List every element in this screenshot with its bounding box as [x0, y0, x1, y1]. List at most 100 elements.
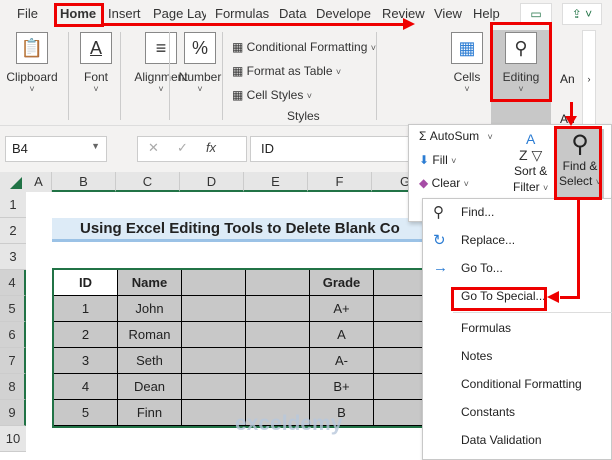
row-header-3[interactable]: 3	[0, 244, 26, 270]
table-cell[interactable]: John	[118, 296, 182, 322]
column-header-d[interactable]: D	[180, 172, 244, 192]
styles-group-label: Styles	[287, 109, 320, 123]
table-cell[interactable]	[246, 322, 310, 348]
autosum-button[interactable]: Σ AutoSum ˅	[419, 129, 493, 143]
tab-formulas[interactable]: Formulas	[215, 6, 269, 21]
font-icon: A	[80, 32, 112, 64]
table-cell[interactable]	[246, 374, 310, 400]
row-header-2[interactable]: 2	[0, 218, 26, 244]
row-header-10[interactable]: 10	[0, 426, 26, 452]
row-header-8[interactable]: 8	[0, 374, 26, 400]
row-header-7[interactable]: 7	[0, 348, 26, 374]
clipboard-label: Clipboard	[6, 70, 58, 84]
font-button[interactable]: A Font ˅	[74, 32, 118, 94]
table-cell[interactable]: 3	[54, 348, 118, 374]
format-as-table-button[interactable]: ▦ Format as Table ˅	[232, 60, 376, 84]
title-cell[interactable]: Using Excel Editing Tools to Delete Blan…	[52, 218, 432, 242]
font-label: Font	[83, 70, 108, 84]
data-table: ID Name Grade 1 John A+ 2 Roman A 3 Seth A- 4 Dean B+ 5…	[52, 268, 432, 428]
table-cell[interactable]: A	[310, 322, 374, 348]
menu-item-formulas[interactable]: Formulas	[461, 321, 511, 335]
table-cell[interactable]: Seth	[118, 348, 182, 374]
number-label: Number	[178, 70, 222, 84]
select-all-button[interactable]	[0, 172, 26, 192]
table-cell[interactable]	[246, 348, 310, 374]
eraser-icon: ◆	[419, 176, 429, 190]
conditional-formatting-button[interactable]: ▦ Conditional Formatting ˅	[232, 36, 376, 60]
menu-item-replace[interactable]: Replace...	[461, 233, 515, 247]
cancel-icon[interactable]: ✕	[148, 140, 159, 155]
column-header-c[interactable]: C	[116, 172, 180, 192]
menu-item-notes[interactable]: Notes	[461, 349, 492, 363]
highlight-go-to-special	[451, 287, 547, 311]
column-header-b[interactable]: B	[52, 172, 116, 192]
name-box[interactable]: B4 ▼	[5, 136, 107, 162]
menu-divider	[453, 312, 612, 313]
table-cell[interactable]	[182, 374, 246, 400]
share-icon[interactable]: ⇪ ˅	[562, 3, 602, 25]
go-to-icon: →	[433, 259, 448, 276]
table-cell[interactable]: A+	[310, 296, 374, 322]
tab-file[interactable]: File	[17, 6, 38, 21]
table-cell[interactable]: Dean	[118, 374, 182, 400]
column-header-a[interactable]: A	[26, 172, 52, 192]
replace-icon: ↻	[433, 232, 446, 249]
menu-item-find[interactable]: Find...	[461, 205, 494, 219]
highlight-editing	[490, 22, 552, 102]
table-header-cell[interactable]: Grade	[310, 270, 374, 296]
row-header-4[interactable]: 4	[0, 270, 26, 296]
cells-label: Cells	[453, 70, 481, 84]
menu-item-go-to[interactable]: Go To...	[461, 261, 503, 275]
menu-item-conditional-formatting[interactable]: Conditional Formatting	[461, 377, 582, 391]
table-cell[interactable]: Roman	[118, 322, 182, 348]
cell-styles-button[interactable]: ▦ Cell Styles ˅	[232, 84, 376, 108]
table-cell[interactable]: 1	[54, 296, 118, 322]
table-cell[interactable]	[182, 296, 246, 322]
table-cell[interactable]: Finn	[118, 400, 182, 426]
clipboard-button[interactable]: 📋 Clipboard ˅	[6, 32, 58, 94]
table-cell[interactable]	[246, 296, 310, 322]
sort-filter-button[interactable]: AZ ▽ Sort & Filter ˅	[513, 131, 548, 196]
enter-icon[interactable]: ✓	[177, 140, 188, 155]
clear-button[interactable]: ◆ Clear ˅	[419, 176, 469, 190]
sigma-icon: Σ	[419, 129, 427, 143]
tab-page-layout[interactable]: Page Layo	[153, 6, 206, 21]
table-header-cell[interactable]	[182, 270, 246, 296]
row-header-6[interactable]: 6	[0, 322, 26, 348]
row-header-1[interactable]: 1	[0, 192, 26, 218]
menu-item-constants[interactable]: Constants	[461, 405, 515, 419]
tab-help[interactable]: Help	[473, 6, 500, 21]
find-icon: ⚲	[433, 204, 444, 221]
tab-view[interactable]: View	[434, 6, 462, 21]
table-cell[interactable]: 5	[54, 400, 118, 426]
table-cell[interactable]: B+	[310, 374, 374, 400]
highlight-find-select	[554, 126, 602, 200]
tab-data[interactable]: Data	[279, 6, 306, 21]
sort-filter-icon: AZ ▽	[519, 131, 543, 163]
table-header-cell[interactable]: Name	[118, 270, 182, 296]
table-cell[interactable]: 2	[54, 322, 118, 348]
highlight-home	[54, 3, 104, 27]
menu-item-data-validation[interactable]: Data Validation	[461, 433, 542, 447]
tab-developer[interactable]: Develope	[316, 6, 371, 21]
row-header-5[interactable]: 5	[0, 296, 26, 322]
formula-input[interactable]: ID	[250, 136, 420, 162]
table-cell[interactable]: A-	[310, 348, 374, 374]
ribbon-scroll-right[interactable]: ›	[582, 30, 596, 126]
clipboard-icon: 📋	[16, 32, 48, 64]
column-header-f[interactable]: F	[308, 172, 372, 192]
table-cell[interactable]: 4	[54, 374, 118, 400]
table-header-cell[interactable]: ID	[54, 270, 118, 296]
analyze-label[interactable]: An	[560, 72, 575, 86]
table-cell[interactable]	[182, 348, 246, 374]
fill-icon: ⬇	[419, 153, 430, 167]
fx-icon[interactable]: fx	[206, 140, 216, 155]
tab-insert[interactable]: Insert	[108, 6, 141, 21]
row-header-9[interactable]: 9	[0, 400, 26, 426]
fill-button[interactable]: ⬇ Fill ˅	[419, 153, 456, 167]
number-button[interactable]: % Number ˅	[172, 32, 228, 94]
column-header-e[interactable]: E	[244, 172, 308, 192]
table-cell[interactable]	[182, 322, 246, 348]
table-header-cell[interactable]	[246, 270, 310, 296]
cells-button[interactable]: ▦ Cells ˅	[444, 32, 490, 94]
